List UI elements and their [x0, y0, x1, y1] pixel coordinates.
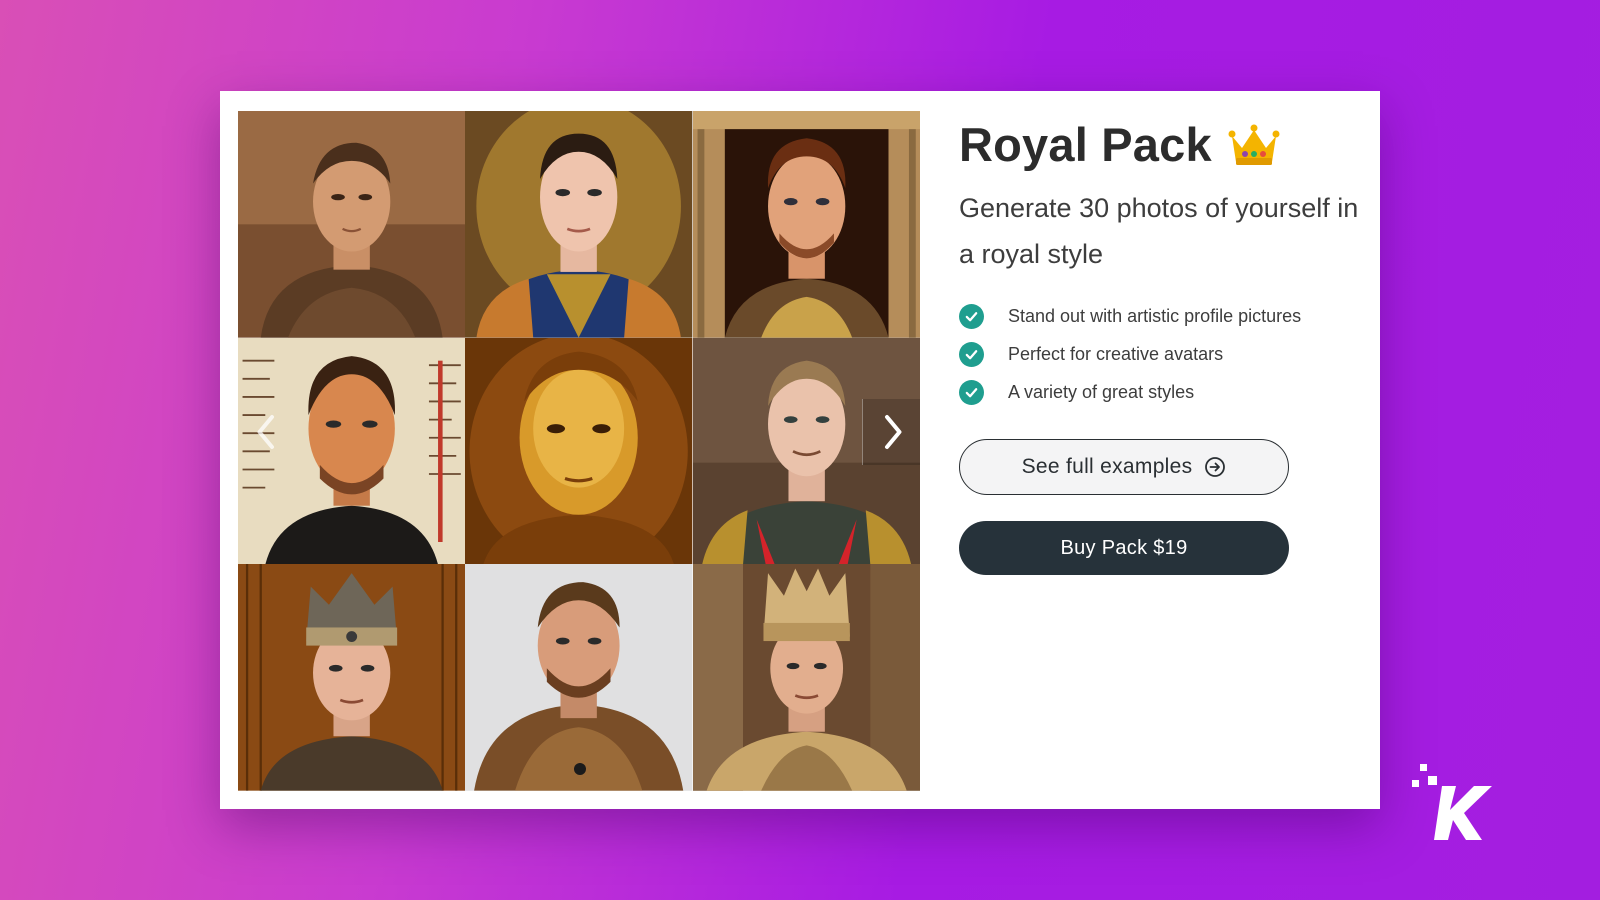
title-row: Royal Pack [959, 117, 1369, 173]
see-full-examples-label: See full examples [1021, 455, 1193, 478]
royal-portrait-gold-painting [465, 337, 693, 565]
crown-icon [1228, 122, 1280, 168]
portrait-tile[interactable] [238, 564, 466, 791]
gallery-prev-button[interactable] [238, 399, 296, 465]
pack-title: Royal Pack [959, 118, 1212, 171]
royal-portrait-uniform [465, 111, 693, 338]
check-icon [959, 379, 984, 405]
portrait-tile[interactable] [465, 337, 693, 565]
feature-item: Stand out with artistic profile pictures [959, 297, 1369, 335]
royal-portrait-ancient-crown [692, 564, 920, 791]
feature-item: Perfect for creative avatars [959, 335, 1369, 373]
chevron-left-icon [257, 415, 274, 449]
gallery-next-button[interactable] [862, 399, 920, 465]
royal-portrait-knight [465, 564, 693, 791]
buy-pack-button[interactable]: Buy Pack $19 [959, 521, 1289, 575]
feature-text: A variety of great styles [1008, 381, 1195, 402]
pack-card: Royal Pack Generate 30 photos of yoursel… [220, 91, 1380, 809]
portrait-tile[interactable] [692, 111, 920, 338]
portrait-tile[interactable] [465, 111, 693, 338]
portrait-tile[interactable] [692, 564, 920, 791]
pack-subtitle: Generate 30 photos of yourself in a roya… [959, 193, 1359, 269]
buy-pack-label: Buy Pack $19 [1060, 536, 1188, 559]
check-icon [959, 341, 984, 367]
pack-info: Royal Pack Generate 30 photos of yoursel… [959, 117, 1369, 575]
see-full-examples-button[interactable]: See full examples [959, 439, 1289, 495]
brand-logo-k [1412, 764, 1492, 840]
royal-portrait-armor [238, 111, 466, 338]
feature-list: Stand out with artistic profile pictures… [959, 297, 1369, 411]
royal-portrait-crown [238, 564, 466, 791]
portrait-tile[interactable] [465, 564, 693, 791]
feature-text: Perfect for creative avatars [1008, 343, 1224, 364]
check-icon [959, 303, 984, 329]
arrow-circle-right-icon [1204, 456, 1226, 478]
chevron-right-icon [884, 415, 901, 449]
royal-portrait-columns [692, 111, 920, 338]
portrait-gallery [238, 111, 920, 791]
gallery-pagination-dot[interactable] [574, 763, 586, 775]
feature-text: Stand out with artistic profile pictures [1008, 305, 1302, 326]
portrait-tile[interactable] [238, 111, 466, 338]
feature-item: A variety of great styles [959, 373, 1369, 411]
